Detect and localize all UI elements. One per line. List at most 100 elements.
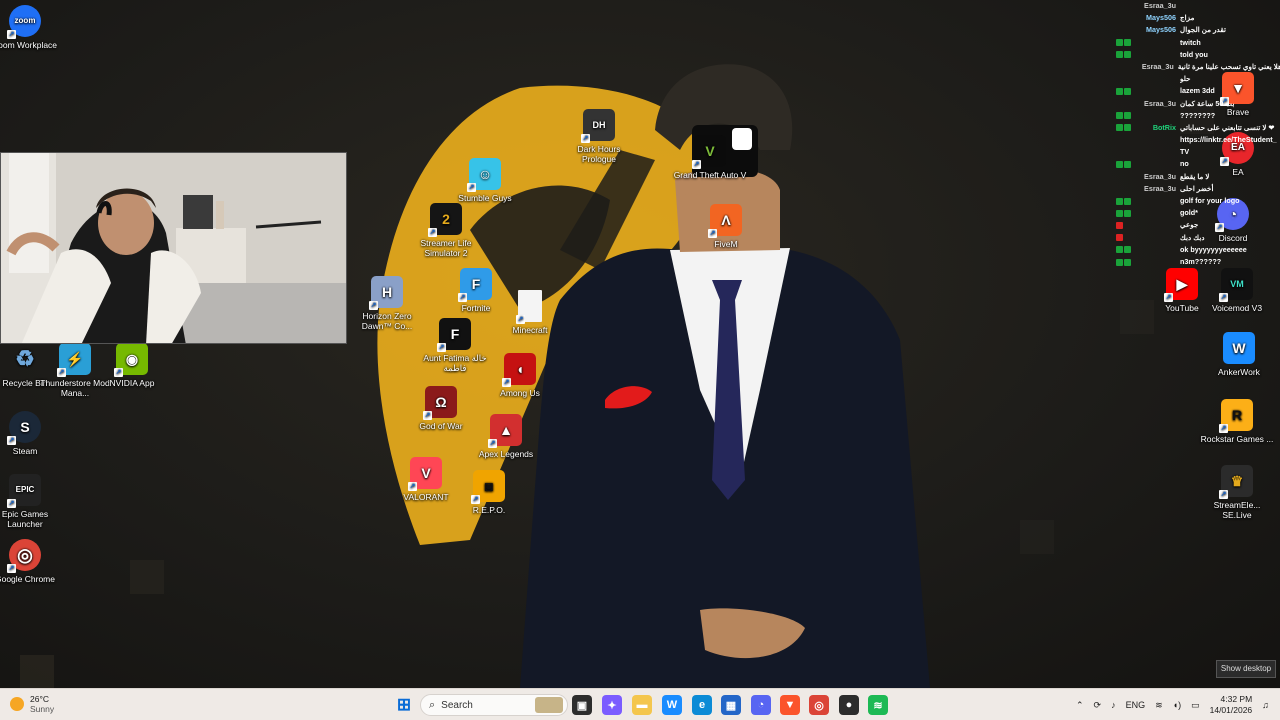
desktop[interactable]: zoom↗ Zoom Workplace ♻ Recycle Bin ⚡↗ Th… bbox=[0, 0, 1280, 688]
steam-icon: S ↗ bbox=[7, 411, 41, 445]
chat-message: Esraa_3u أخضر احلى bbox=[1112, 183, 1280, 195]
icon-label: FiveM bbox=[714, 239, 738, 249]
sun-icon bbox=[10, 697, 24, 711]
desktop-icon-streamelements[interactable]: ♛ ↗ StreamEle... SE.Live bbox=[1200, 465, 1274, 520]
chat-badge-icon bbox=[1116, 112, 1123, 120]
chrome-taskbar-icon[interactable]: ◎ bbox=[809, 695, 829, 715]
desktop-icon-gta[interactable]: V ↗ Grand Theft Auto V bbox=[673, 135, 747, 180]
icon-label: Google Chrome bbox=[0, 574, 55, 584]
obs-icon[interactable]: ● bbox=[839, 695, 859, 715]
chat-username: BotRix bbox=[1152, 122, 1176, 132]
desktop-icon-ankerwork[interactable]: W AnkerWork bbox=[1202, 332, 1276, 377]
network-sync-icon[interactable]: ⟳ bbox=[1094, 700, 1102, 711]
wifi-icon[interactable]: ≋ bbox=[1155, 700, 1163, 711]
desktop-icon-steam[interactable]: S ↗ Steam bbox=[0, 411, 62, 456]
start-button[interactable]: ⊞ bbox=[394, 695, 414, 715]
desktop-icon-nvidia[interactable]: ◉ ↗ NVIDIA App bbox=[95, 343, 169, 388]
icon-label: Dark Hours Prologue bbox=[577, 144, 621, 164]
discord-taskbar-icon[interactable]: ◔ bbox=[751, 695, 771, 715]
store-icon[interactable]: ▦ bbox=[721, 695, 741, 715]
desktop-icon-among-us[interactable]: ◖ ↗ Among Us bbox=[483, 353, 557, 398]
battery-icon[interactable]: ▭ bbox=[1191, 700, 1200, 711]
desktop-icon-zoom[interactable]: zoom↗ Zoom Workplace bbox=[0, 5, 62, 50]
chat-message: https://linktr.ee/TheStudent_ bbox=[1112, 134, 1280, 146]
chat-badge-icon bbox=[1124, 87, 1131, 95]
chevron-up-icon[interactable]: ⌃ bbox=[1076, 700, 1084, 711]
show-desktop-tooltip: Show desktop bbox=[1216, 660, 1276, 678]
search-icon: ⌕ bbox=[429, 698, 436, 711]
desktop-icon-dark-hours[interactable]: DH ↗ Dark Hours Prologue bbox=[562, 109, 636, 164]
file-icon: ↗ bbox=[516, 290, 542, 324]
desktop-icon-stumble-guys[interactable]: ☺ ↗ Stumble Guys bbox=[448, 158, 522, 203]
chat-text: TV bbox=[1180, 147, 1190, 157]
desktop-icon-horizon[interactable]: H ↗ Horizon Zero Dawn™ Co... bbox=[350, 276, 424, 331]
icon-label: Zoom Workplace bbox=[0, 40, 58, 50]
icon-label: R.E.P.O. bbox=[472, 505, 506, 515]
desktop-icon-minecraft[interactable]: ↗ Minecraft bbox=[493, 290, 567, 335]
repo-icon: ◙ ↗ bbox=[471, 470, 505, 504]
icon-label: Rockstar Games ... bbox=[1200, 434, 1274, 444]
chat-badges bbox=[1116, 161, 1134, 169]
volume-icon[interactable]: ◖) bbox=[1173, 700, 1181, 710]
chat-username: Esraa_3u bbox=[1144, 171, 1176, 181]
chrome-icon: ◎ ↗ bbox=[7, 539, 41, 573]
weather-widget[interactable]: 26°C Sunny bbox=[10, 694, 54, 714]
valorant-icon: V ↗ bbox=[408, 457, 442, 491]
among-us-icon: ◖ ↗ bbox=[502, 353, 536, 387]
chat-message: Mays506 تقدر من الجوال bbox=[1112, 24, 1280, 36]
task-view-icon[interactable]: ▣ bbox=[572, 695, 592, 715]
chat-text: مزاج bbox=[1180, 13, 1195, 23]
chat-badge-icon bbox=[1124, 124, 1131, 132]
fivem-icon: Λ ↗ bbox=[708, 204, 742, 238]
icon-label: Streamer Life Simulator 2 bbox=[420, 238, 472, 258]
spotify-icon[interactable]: ≋ bbox=[868, 695, 888, 715]
chat-badge-icon bbox=[1124, 51, 1131, 59]
chat-message: twitch bbox=[1112, 37, 1280, 49]
icon-label: Epic Games Launcher bbox=[1, 509, 49, 529]
chat-username: Esraa_3u bbox=[1141, 61, 1174, 71]
voicemod-icon: VM ↗ bbox=[1219, 268, 1253, 302]
search-highlight-icon bbox=[535, 697, 563, 713]
clock[interactable]: 4:32 PM 14/01/2026 bbox=[1210, 694, 1253, 716]
chat-message: حلو bbox=[1112, 73, 1280, 85]
chat-text: لا تنسى تتابعني على حساباتي ❤ bbox=[1180, 122, 1275, 132]
language-indicator[interactable]: ENG bbox=[1126, 700, 1146, 710]
desktop-icon-voicemod[interactable]: VM ↗ Voicemod V3 bbox=[1200, 268, 1274, 313]
chat-text: gold* bbox=[1180, 208, 1198, 218]
icon-label: Horizon Zero Dawn™ Co... bbox=[361, 311, 413, 331]
desktop-icon-rockstar[interactable]: R ↗ Rockstar Games ... bbox=[1200, 399, 1274, 444]
edge-icon[interactable]: e bbox=[692, 695, 712, 715]
chat-message: جوعي bbox=[1112, 219, 1280, 231]
desktop-icon-fivem[interactable]: Λ ↗ FiveM bbox=[689, 204, 763, 249]
rockstar-icon: R ↗ bbox=[1219, 399, 1253, 433]
god-of-war-icon: Ω ↗ bbox=[423, 386, 457, 420]
desktop-icon-apex[interactable]: ▲ ↗ Apex Legends bbox=[469, 414, 543, 459]
chat-message: golf for your logo bbox=[1112, 195, 1280, 207]
chat-badge-icon bbox=[1116, 161, 1123, 169]
taskbar-search[interactable]: ⌕ Search bbox=[420, 694, 568, 716]
dark-hours-icon: DH ↗ bbox=[581, 109, 615, 143]
desktop-icon-repo[interactable]: ◙ ↗ R.E.P.O. bbox=[452, 470, 526, 515]
copilot-icon[interactable]: ✦ bbox=[602, 695, 622, 715]
desktop-icon-streamer-life[interactable]: 2 ↗ Streamer Life Simulator 2 bbox=[409, 203, 483, 258]
chat-text: ???????? bbox=[1180, 110, 1216, 120]
chat-badge-icon bbox=[1116, 197, 1123, 205]
desktop-icon-god-of-war[interactable]: Ω ↗ God of War bbox=[404, 386, 478, 431]
desktop-icon-epic-games[interactable]: EPIC ↗ Epic Games Launcher bbox=[0, 474, 62, 529]
notification-bell-icon[interactable]: ♫ bbox=[1262, 700, 1269, 710]
brave-taskbar-icon[interactable]: ▼ bbox=[780, 695, 800, 715]
thunderstore-icon: ⚡ ↗ bbox=[57, 343, 91, 377]
icon-label: NVIDIA App bbox=[109, 378, 155, 388]
chat-message: ???????? bbox=[1112, 110, 1280, 122]
chat-message: gold* bbox=[1112, 207, 1280, 219]
chat-message: Mays506 مزاج bbox=[1112, 12, 1280, 24]
file-explorer-icon[interactable]: ▬ bbox=[632, 695, 652, 715]
desktop-icon-chrome[interactable]: ◎ ↗ Google Chrome bbox=[0, 539, 62, 584]
clock-time: 4:32 PM bbox=[1220, 694, 1253, 704]
desktop-icon-aunt-fatima[interactable]: F ↗ Aunt Fatima خالة فاطمة bbox=[418, 318, 492, 373]
chat-badges bbox=[1116, 246, 1134, 254]
ankerwork-taskbar-icon[interactable]: W bbox=[662, 695, 682, 715]
chat-badge-icon bbox=[1116, 39, 1123, 47]
chat-message: lazem 3dd bbox=[1112, 85, 1280, 97]
microphone-icon[interactable]: ♪ bbox=[1111, 700, 1116, 710]
